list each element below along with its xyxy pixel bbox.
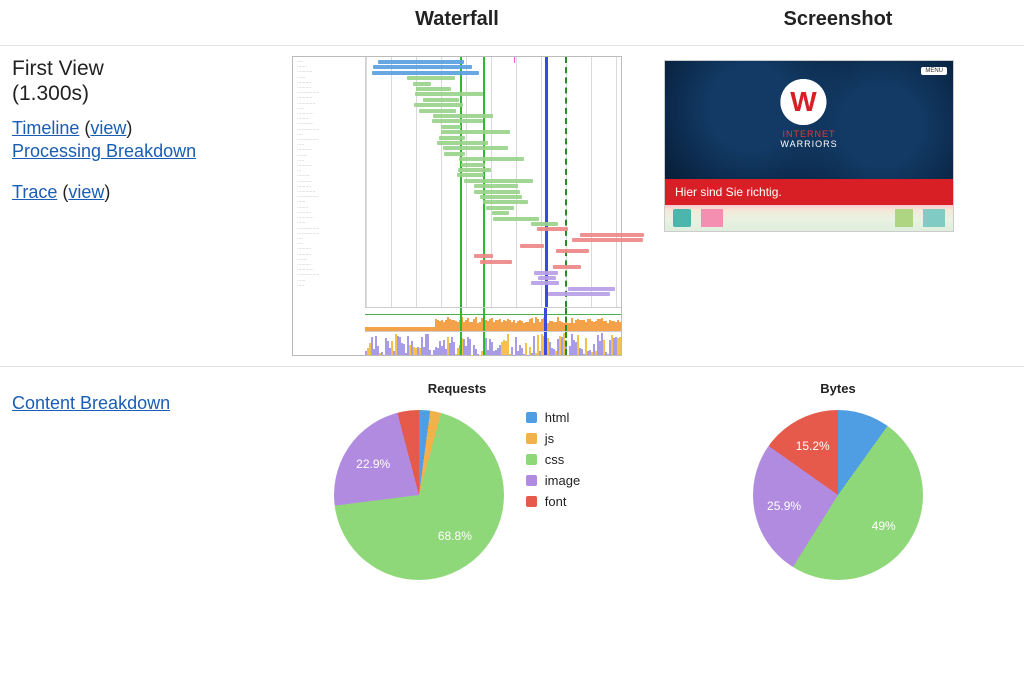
waterfall-thumbnail[interactable]: ···· ······· ··········· ······ ········…	[292, 56, 622, 356]
first-view-timing: (1.300s)	[12, 82, 89, 105]
timeline-link[interactable]: Timeline	[12, 118, 79, 138]
brand-logo-icon: W	[780, 79, 826, 125]
content-breakdown-link[interactable]: Content Breakdown	[12, 393, 170, 413]
screenshot-thumbnail[interactable]: MENU W INTERNET WARRIORS Hier sind Sie r…	[664, 60, 954, 232]
screenshot-banner: Hier sind Sie richtig.	[665, 179, 953, 205]
bytes-pie-title: Bytes	[820, 381, 855, 396]
bytes-pie-block: Bytes 49%25.9%15.2%	[664, 377, 1012, 580]
legend-js: js	[526, 431, 580, 446]
trace-view-link[interactable]: view	[68, 182, 104, 202]
first-view-heading: First View (1.300s)	[12, 56, 250, 106]
requests-pie-title: Requests	[428, 381, 487, 396]
bytes-pie-chart[interactable]: 49%25.9%15.2%	[753, 410, 923, 580]
trace-link[interactable]: Trace	[12, 182, 57, 202]
brand-word-2: WARRIORS	[780, 139, 837, 149]
requests-pie-block: Requests 68.8%22.9% html js css image fo…	[274, 377, 640, 580]
legend-image: image	[526, 473, 580, 488]
requests-pie-chart[interactable]: 68.8%22.9%	[334, 410, 504, 580]
legend-font: font	[526, 494, 580, 509]
pie-legend: html js css image font	[526, 410, 580, 515]
brand-word-1: INTERNET	[782, 129, 835, 139]
processing-breakdown-link[interactable]: Processing Breakdown	[12, 141, 196, 161]
legend-html: html	[526, 410, 580, 425]
screenshot-badge: MENU	[921, 67, 947, 75]
col-header-screenshot: Screenshot	[652, 0, 1024, 46]
timeline-view-link[interactable]: view	[90, 118, 126, 138]
col-header-waterfall: Waterfall	[262, 0, 652, 46]
brand-logo: W INTERNET WARRIORS	[780, 79, 837, 149]
results-table: Waterfall Screenshot First View (1.300s)…	[0, 0, 1024, 590]
first-view-label: First View	[12, 57, 104, 80]
legend-css: css	[526, 452, 580, 467]
